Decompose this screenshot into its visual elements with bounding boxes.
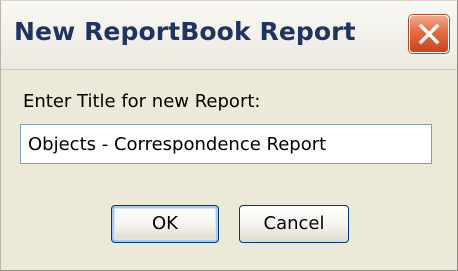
close-icon bbox=[418, 23, 440, 45]
dialog-body: Enter Title for new Report: OK Cancel bbox=[1, 70, 457, 270]
ok-button[interactable]: OK bbox=[111, 205, 219, 243]
report-title-input[interactable] bbox=[20, 124, 432, 164]
title-bar[interactable]: New ReportBook Report bbox=[1, 1, 457, 70]
title-prompt-label: Enter Title for new Report: bbox=[23, 91, 261, 112]
cancel-button[interactable]: Cancel bbox=[239, 205, 349, 243]
close-button[interactable] bbox=[409, 15, 449, 53]
new-report-dialog: New ReportBook Report Enter Title for ne… bbox=[0, 0, 458, 271]
dialog-title: New ReportBook Report bbox=[14, 17, 356, 46]
